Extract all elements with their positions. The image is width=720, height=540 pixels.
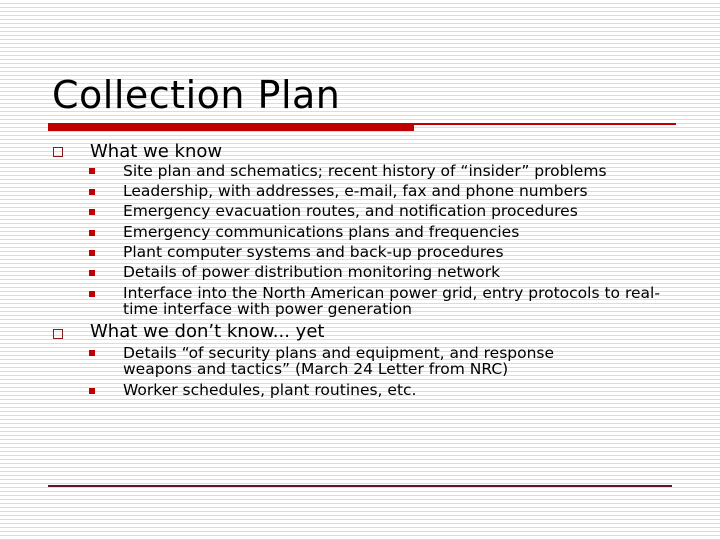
title-underline-line [48, 123, 676, 125]
footer-divider [48, 485, 672, 487]
section-heading-what-we-dont-know: What we don’t know... yet [90, 321, 325, 342]
hollow-square-bullet-icon [53, 329, 63, 339]
filled-square-bullet-icon [89, 168, 95, 174]
list-item: Details of power distribution monitoring… [123, 263, 501, 281]
list-item: Site plan and schematics; recent history… [123, 162, 607, 180]
list-item: Plant computer systems and back-up proce… [123, 243, 504, 261]
list-item: Leadership, with addresses, e-mail, fax … [123, 182, 588, 200]
list-item: Interface into the North American power … [123, 284, 660, 318]
filled-square-bullet-icon [89, 270, 95, 276]
filled-square-bullet-icon [89, 189, 95, 195]
filled-square-bullet-icon [89, 291, 95, 297]
section-heading-what-we-know: What we know [90, 141, 223, 162]
filled-square-bullet-icon [89, 250, 95, 256]
list-item: Emergency evacuation routes, and notific… [123, 202, 578, 220]
list-item: Emergency communications plans and frequ… [123, 223, 520, 241]
filled-square-bullet-icon [89, 388, 95, 394]
filled-square-bullet-icon [89, 209, 95, 215]
list-item: Worker schedules, plant routines, etc. [123, 381, 417, 399]
hollow-square-bullet-icon [53, 147, 63, 157]
slide-title: Collection Plan [52, 73, 341, 117]
filled-square-bullet-icon [89, 350, 95, 356]
filled-square-bullet-icon [89, 230, 95, 236]
list-item: Details “of security plans and equipment… [123, 344, 555, 378]
